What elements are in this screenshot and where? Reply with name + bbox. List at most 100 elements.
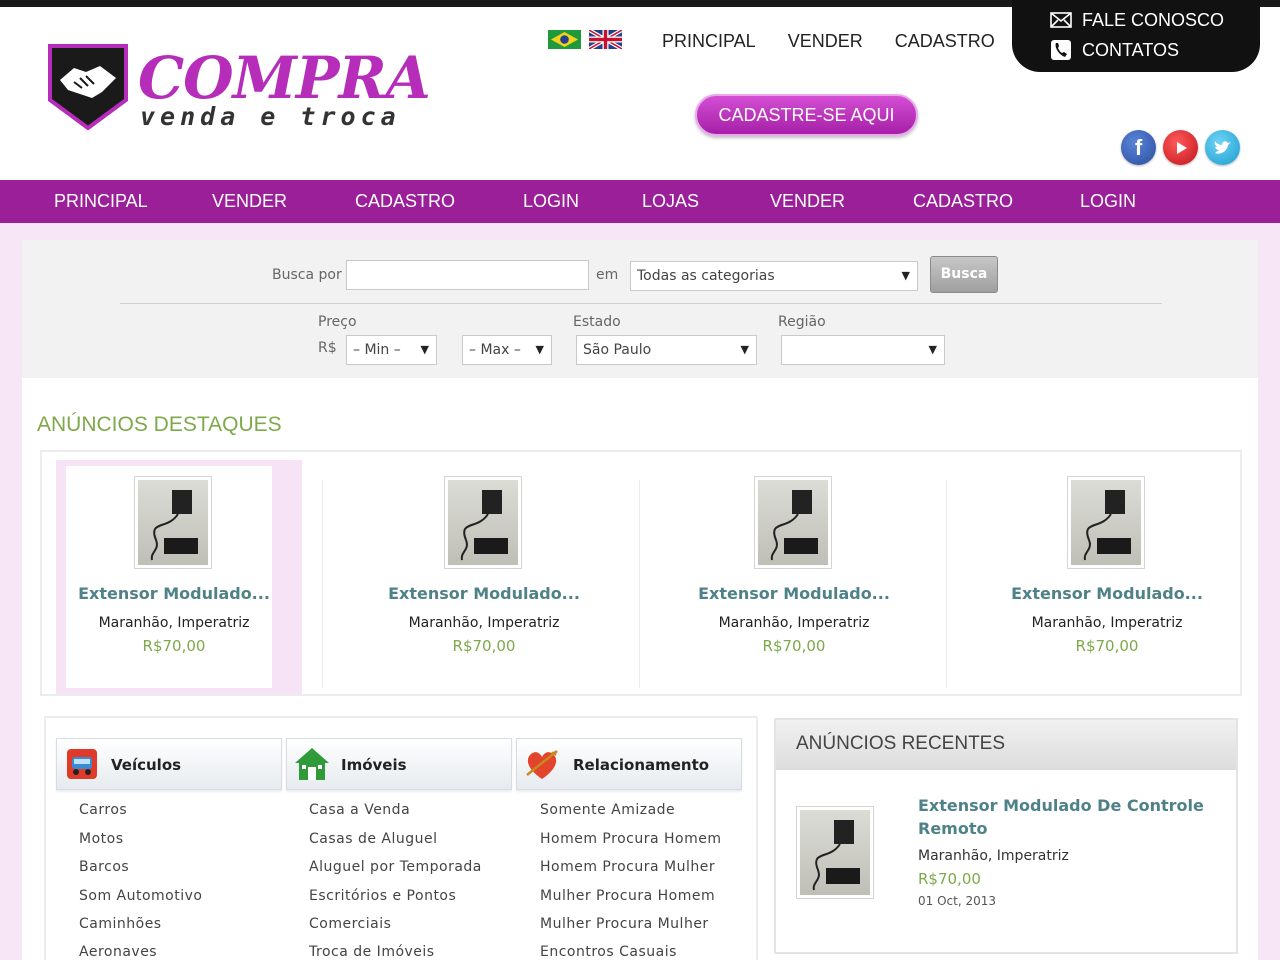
featured-title[interactable]: Extensor Modulado...: [51, 584, 297, 603]
recent-item-date: 01 Oct, 2013: [918, 894, 996, 908]
featured-listings: [40, 450, 1242, 696]
top-nav-vender[interactable]: VENDER: [788, 31, 863, 52]
category-link[interactable]: Aeronaves: [79, 944, 157, 960]
category-link[interactable]: Troca de Imóveis: [309, 944, 435, 960]
regiao-select[interactable]: ▼: [781, 335, 945, 365]
category-title: Veículos: [111, 756, 182, 774]
category-header-veiculos[interactable]: Veículos: [56, 738, 282, 790]
main-nav: PRINCIPAL VENDER CADASTRO LOGIN LOJAS VE…: [0, 180, 1280, 223]
top-nav: PRINCIPAL VENDER CADASTRO: [662, 31, 1027, 52]
category-link[interactable]: Barcos: [79, 859, 129, 875]
category-link[interactable]: Som Automotivo: [79, 888, 202, 904]
register-cta-button[interactable]: CADASTRE-SE AQUI: [695, 94, 918, 136]
mail-icon: [1050, 12, 1072, 28]
recent-thumbnail[interactable]: [796, 806, 874, 899]
handshake-logo-icon: [48, 44, 128, 131]
product-thumbnail[interactable]: [1067, 476, 1145, 569]
site-logo[interactable]: COMPRA venda e troca: [46, 42, 431, 137]
category-select[interactable]: Todas as categorias ▼: [630, 261, 918, 291]
social-links: f: [1121, 130, 1240, 165]
featured-location: Maranhão, Imperatriz: [718, 615, 870, 631]
main-nav-login[interactable]: LOGIN: [523, 180, 579, 223]
top-nav-cadastro[interactable]: CADASTRO: [895, 31, 995, 52]
search-input[interactable]: [346, 260, 589, 290]
featured-title[interactable]: Extensor Modulado...: [984, 584, 1230, 603]
category-link[interactable]: Casas de Aluguel: [309, 831, 438, 847]
category-link[interactable]: Aluguel por Temporada: [309, 859, 482, 875]
category-link[interactable]: Encontros Casuais: [540, 944, 677, 960]
category-link[interactable]: Casa a Venda: [309, 802, 410, 818]
recent-item-location: Maranhão, Imperatriz: [918, 848, 1069, 864]
featured-title[interactable]: Extensor Modulado...: [671, 584, 917, 603]
featured-location: Maranhão, Imperatriz: [408, 615, 560, 631]
busca-label: Busca por: [272, 267, 342, 283]
youtube-icon[interactable]: [1163, 130, 1198, 165]
featured-price: R$70,00: [1075, 637, 1139, 655]
facebook-icon[interactable]: f: [1121, 130, 1156, 165]
category-link[interactable]: Comerciais: [309, 916, 391, 932]
card-divider: [639, 480, 640, 688]
estado-select[interactable]: São Paulo ▼: [576, 335, 757, 365]
main-nav-login-2[interactable]: LOGIN: [1080, 180, 1136, 223]
flag-brazil-icon[interactable]: [548, 30, 581, 49]
category-link[interactable]: Mulher Procura Mulher: [540, 916, 709, 932]
recent-header: ANÚNCIOS RECENTES: [776, 720, 1236, 770]
featured-price: R$70,00: [452, 637, 516, 655]
price-min-select[interactable]: – Min – ▼: [346, 335, 437, 365]
category-header-imoveis[interactable]: Imóveis: [286, 738, 512, 790]
featured-title[interactable]: Extensor Modulado...: [361, 584, 607, 603]
heart-icon: [526, 750, 558, 779]
regiao-label: Região: [778, 314, 826, 330]
house-icon: [295, 748, 329, 780]
main-nav-lojas[interactable]: LOJAS: [642, 180, 699, 223]
category-link[interactable]: Homem Procura Mulher: [540, 859, 715, 875]
category-link[interactable]: Somente Amizade: [540, 802, 675, 818]
product-thumbnail[interactable]: [444, 476, 522, 569]
main-nav-vender[interactable]: VENDER: [212, 180, 287, 223]
featured-price: R$70,00: [762, 637, 826, 655]
preco-label: Preço: [318, 314, 357, 330]
category-header-relacionamento[interactable]: Relacionamento: [516, 738, 742, 790]
category-link[interactable]: Carros: [79, 802, 127, 818]
flag-uk-icon[interactable]: [589, 30, 622, 49]
main-nav-principal[interactable]: PRINCIPAL: [54, 180, 148, 223]
category-title: Relacionamento: [573, 756, 710, 774]
card-divider: [946, 480, 947, 688]
chevron-down-icon: ▼: [420, 343, 429, 356]
twitter-icon[interactable]: [1205, 130, 1240, 165]
chevron-down-icon: ▼: [535, 343, 544, 356]
estado-label: Estado: [573, 314, 621, 330]
featured-price: R$70,00: [142, 637, 206, 655]
charger-image: [758, 480, 828, 565]
language-flags: [548, 30, 622, 49]
contatos-link[interactable]: CONTATOS: [1050, 39, 1179, 61]
category-link[interactable]: Escritórios e Pontos: [309, 888, 456, 904]
fale-conosco-link[interactable]: FALE CONOSCO: [1050, 9, 1224, 31]
category-link[interactable]: Mulher Procura Homem: [540, 888, 715, 904]
category-link[interactable]: Homem Procura Homem: [540, 831, 721, 847]
contatos-label: CONTATOS: [1082, 39, 1180, 60]
car-icon: [67, 749, 97, 779]
featured-location: Maranhão, Imperatriz: [1031, 615, 1183, 631]
category-link[interactable]: Motos: [79, 831, 124, 847]
category-title: Imóveis: [341, 756, 407, 774]
price-max-select[interactable]: – Max – ▼: [462, 335, 552, 365]
recent-item-title[interactable]: Extensor Modulado De Controle Remoto: [918, 794, 1218, 840]
recent-item-price: R$70,00: [918, 870, 981, 888]
contact-box: FALE CONOSCO CONTATOS: [1012, 0, 1260, 72]
main-nav-cadastro[interactable]: CADASTRO: [355, 180, 455, 223]
phone-icon: [1051, 40, 1071, 60]
top-nav-principal[interactable]: PRINCIPAL: [662, 31, 756, 52]
em-label: em: [596, 267, 619, 283]
main-nav-cadastro-2[interactable]: CADASTRO: [913, 180, 1013, 223]
category-link[interactable]: Caminhões: [79, 916, 162, 932]
chevron-down-icon: ▼: [928, 343, 937, 356]
product-thumbnail[interactable]: [134, 476, 212, 569]
search-button[interactable]: Busca: [930, 256, 998, 293]
price-min-value: – Min –: [353, 342, 401, 358]
main-nav-vender-2[interactable]: VENDER: [770, 180, 845, 223]
featured-location: Maranhão, Imperatriz: [98, 615, 250, 631]
product-thumbnail[interactable]: [754, 476, 832, 569]
category-value: Todas as categorias: [637, 268, 775, 284]
chevron-down-icon: ▼: [901, 269, 910, 282]
